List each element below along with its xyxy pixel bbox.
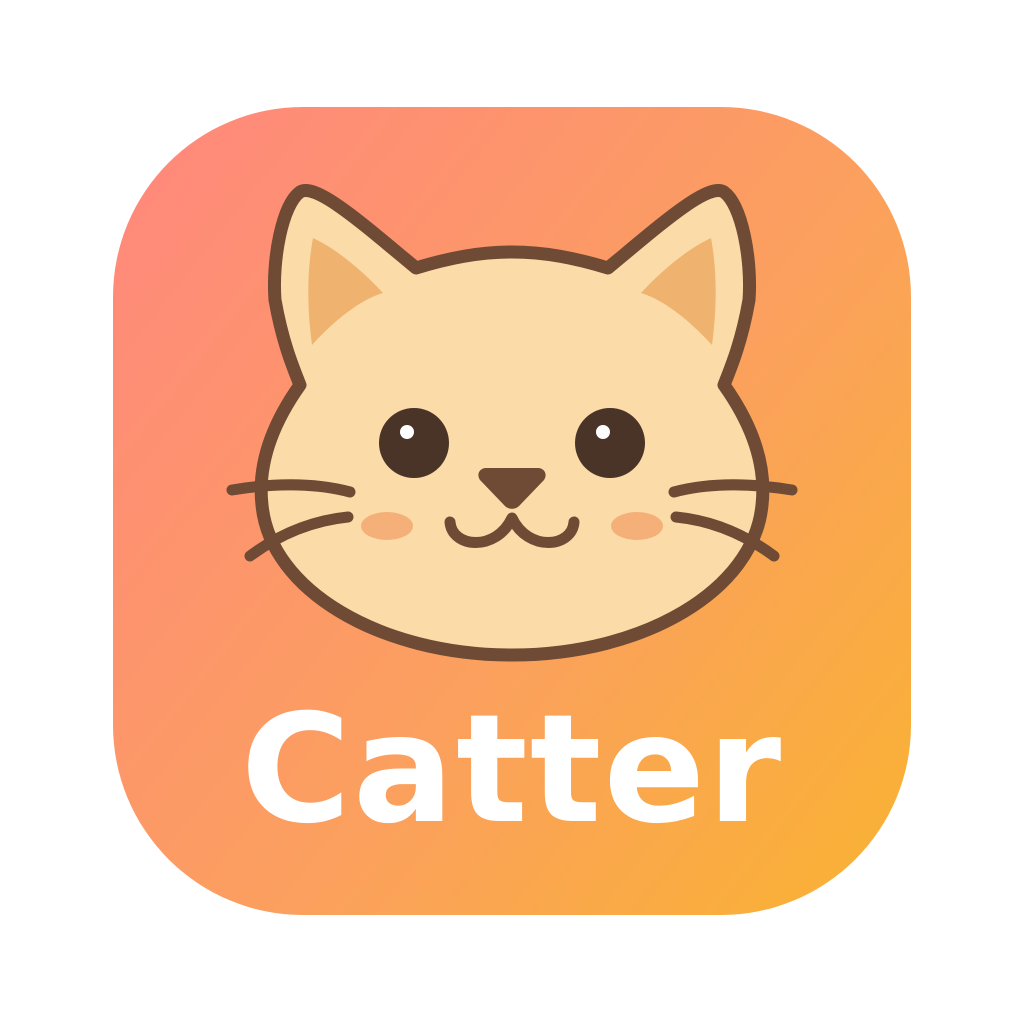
left-cheek [361, 512, 413, 540]
cat-face-icon [226, 184, 798, 662]
right-cheek [611, 512, 663, 540]
left-eye-highlight [400, 425, 414, 439]
right-eye [575, 408, 645, 478]
right-eye-highlight [596, 425, 610, 439]
left-eye [379, 408, 449, 478]
app-name-label: Catter [240, 683, 784, 857]
canvas: Catter [0, 0, 1024, 1024]
